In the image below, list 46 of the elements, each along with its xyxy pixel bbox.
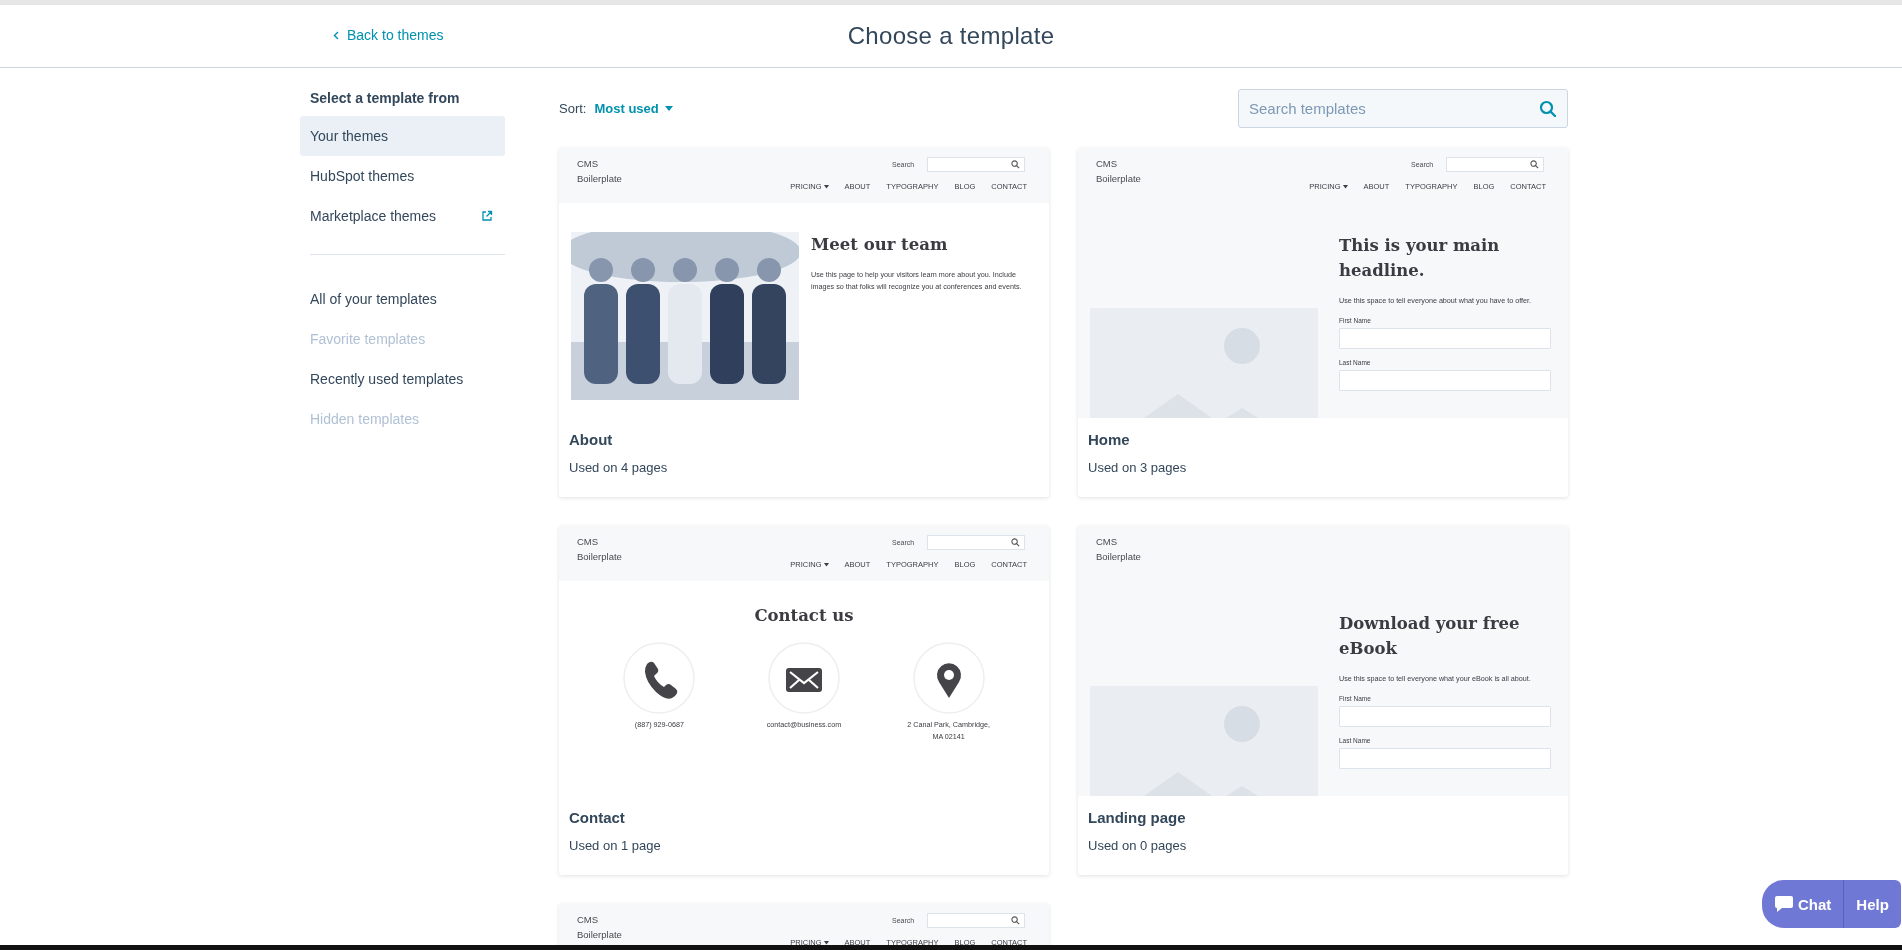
caret-icon [1342,184,1348,189]
sort-label: Sort: [559,101,587,116]
sidebar-item[interactable]: Marketplace themes [300,196,505,236]
caret-icon [664,106,673,111]
template-name: Home [1088,430,1131,450]
usage-count: Used on 3 pages [1088,459,1188,477]
usage-count: Used on 1 page [569,837,662,855]
chat-bubble-icon [1774,895,1794,913]
search-icon[interactable] [1539,100,1557,118]
preview-headline: Meet our team [811,234,949,256]
site-name: CMS Boilerplate [577,913,623,942]
sort-dropdown[interactable]: Most used [594,101,673,116]
template-name: Landing page [1088,808,1187,828]
caret-icon [823,562,829,567]
envelope-icon [768,642,840,714]
page-title: Choose a template [847,22,1055,50]
site-name: CMS Boilerplate [577,535,623,564]
preview-headline: This is your main headline. [1339,235,1501,282]
search-icon [1011,916,1020,925]
chevron-left-icon [333,30,339,40]
site-name: CMS Boilerplate [577,157,623,186]
sidebar-heading: Select a template from [310,89,461,108]
usage-count: Used on 0 pages [1088,837,1188,855]
usage-count: Used on 4 pages [569,459,669,477]
map-pin-icon [912,642,985,714]
site-name: CMS Boilerplate [1096,157,1142,186]
caret-icon [823,184,829,189]
external-link-icon [481,210,493,222]
search-icon [1011,160,1020,169]
help-button[interactable]: Help [1844,880,1901,928]
preview-headline: Download your free eBook [1339,613,1521,660]
template-name: Contact [569,808,626,828]
sidebar-item[interactable]: Your themes [300,116,505,156]
site-name: CMS Boilerplate [1096,535,1142,564]
search-icon [1530,160,1539,169]
phone-icon [623,642,696,714]
sidebar-item[interactable]: HubSpot themes [300,156,505,196]
chat-button[interactable]: Chat [1762,880,1845,928]
sidebar-item[interactable]: Recently used templates [300,359,505,399]
back-link[interactable]: Back to themes [333,27,444,43]
template-name: About [569,430,614,450]
template-card[interactable] [559,148,1049,497]
search-icon [1011,538,1020,547]
preview-headline: Contact us [753,605,855,627]
sidebar-item[interactable]: All of your templates [300,279,505,319]
search-field[interactable]: Search templates [1238,89,1568,128]
